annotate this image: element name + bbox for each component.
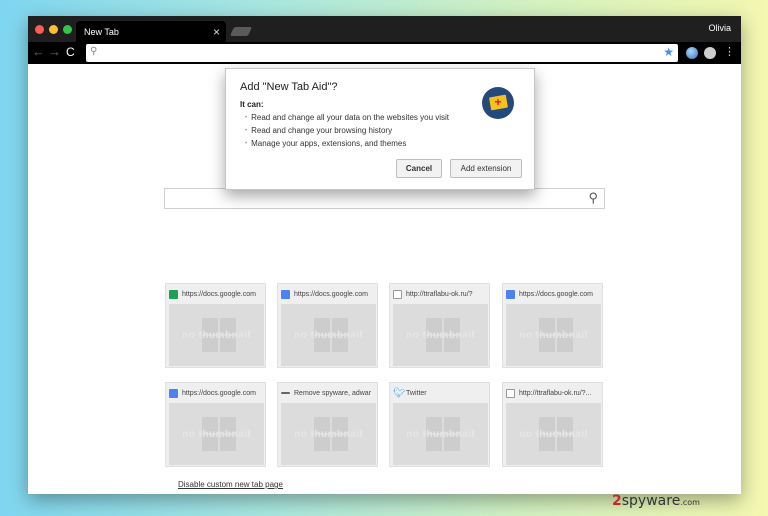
page-favicon-icon [506,388,515,398]
tile-header: http://ttraflabu-ok.ru/?... [503,383,602,403]
docs-favicon-icon [281,289,290,299]
thumbnail-text: no thumbnail [294,429,363,440]
address-bar[interactable]: ⚲ ★ [86,44,678,62]
dialog-title: Add "New Tab Aid"? [240,81,338,93]
permission-item: Read and change all your data on the web… [245,113,449,122]
tile-2[interactable]: http://ttraflabu-ok.ru/? no thumbnail [389,283,490,368]
add-extension-button[interactable]: Add extension [450,159,522,178]
tile-0[interactable]: https://docs.google.com no thumbnail [165,283,266,368]
tile-header: https://docs.google.com [503,284,602,304]
tile-thumbnail: no thumbnail [393,304,488,366]
cancel-button[interactable]: Cancel [396,159,442,178]
watermark-logo: 2spyware.com [612,493,700,509]
minimize-window-button[interactable] [49,25,58,34]
maximize-window-button[interactable] [63,25,72,34]
menu-icon[interactable]: ⋮ [724,45,735,59]
tile-3[interactable]: https://docs.google.com no thumbnail [502,283,603,368]
thumbnail-text: no thumbnail [406,330,475,341]
tile-thumbnail: no thumbnail [281,304,376,366]
search-input[interactable]: ⚲ [164,188,605,209]
tile-thumbnail: no thumbnail [506,403,601,465]
back-arrow-icon[interactable]: ← [32,45,45,59]
thumbnail-text: no thumbnail [406,429,475,440]
tile-url: https://docs.google.com [519,290,593,298]
tile-url: http://ttraflabu-ok.ru/? [406,290,473,298]
tile-url: https://docs.google.com [182,290,256,298]
tile-url: Remove spyware, adwar [294,389,372,397]
reload-icon[interactable]: C [66,45,75,59]
tile-url: http://ttraflabu-ok.ru/?... [519,389,592,397]
tile-6[interactable]: 🐦︎ Twitter no thumbnail [389,382,490,467]
tab-title: New Tab [84,27,119,37]
tile-header: https://docs.google.com [166,383,265,403]
tile-5[interactable]: Remove spyware, adwar no thumbnail [277,382,378,467]
tile-thumbnail: no thumbnail [393,403,488,465]
tile-thumbnail: no thumbnail [281,403,376,465]
tile-url: Twitter [406,389,427,397]
search-icon: ⚲ [90,46,98,57]
tile-header: 🐦︎ Twitter [390,383,489,403]
page-favicon-icon [393,289,402,299]
tile-7[interactable]: http://ttraflabu-ok.ru/?... no thumbnail [502,382,603,467]
toolbar: ← → C ⚲ ★ ⋮ [28,42,741,64]
thumbnail-text: no thumbnail [294,330,363,341]
title-bar: New Tab × Olivia [28,16,741,42]
thumbnail-text: no thumbnail [519,429,588,440]
magnifier-icon[interactable]: ⚲ [588,190,598,206]
tab-new-tab[interactable]: New Tab × [76,21,226,42]
tile-url: https://docs.google.com [294,290,368,298]
tile-1[interactable]: https://docs.google.com no thumbnail [277,283,378,368]
docs-favicon-icon [169,388,178,398]
bookmark-star-icon[interactable]: ★ [663,45,674,59]
new-tab-button[interactable] [229,27,253,36]
extension-folder-icon: + [482,87,514,119]
add-extension-dialog: Add "New Tab Aid"? It can: Read and chan… [225,68,535,190]
tile-header: Remove spyware, adwar [278,383,377,403]
thumbnail-text: no thumbnail [182,330,251,341]
tile-thumbnail: no thumbnail [169,304,264,366]
tile-thumbnail: no thumbnail [169,403,264,465]
tile-header: https://docs.google.com [278,284,377,304]
tile-header: http://ttraflabu-ok.ru/? [390,284,489,304]
extension-circle-icon[interactable] [704,47,716,59]
docs-favicon-icon [506,289,515,299]
tab-close-icon[interactable]: × [213,25,220,39]
tile-thumbnail: no thumbnail [506,304,601,366]
disable-custom-newtab-link[interactable]: Disable custom new tab page [178,480,283,489]
thumbnail-text: no thumbnail [519,330,588,341]
thumbnail-text: no thumbnail [182,429,251,440]
dash-favicon-icon [281,392,290,394]
dialog-permissions-heading: It can: [240,100,264,109]
tile-url: https://docs.google.com [182,389,256,397]
twitter-bird-icon: 🐦︎ [393,387,406,399]
tile-4[interactable]: https://docs.google.com no thumbnail [165,382,266,467]
tile-header: https://docs.google.com [166,284,265,304]
profile-name[interactable]: Olivia [708,23,731,33]
close-window-button[interactable] [35,25,44,34]
forward-arrow-icon[interactable]: → [48,45,61,59]
permission-item: Manage your apps, extensions, and themes [245,139,406,148]
sheets-favicon-icon [169,289,178,299]
permission-item: Read and change your browsing history [245,126,392,135]
extension-globe-icon[interactable] [686,47,698,59]
